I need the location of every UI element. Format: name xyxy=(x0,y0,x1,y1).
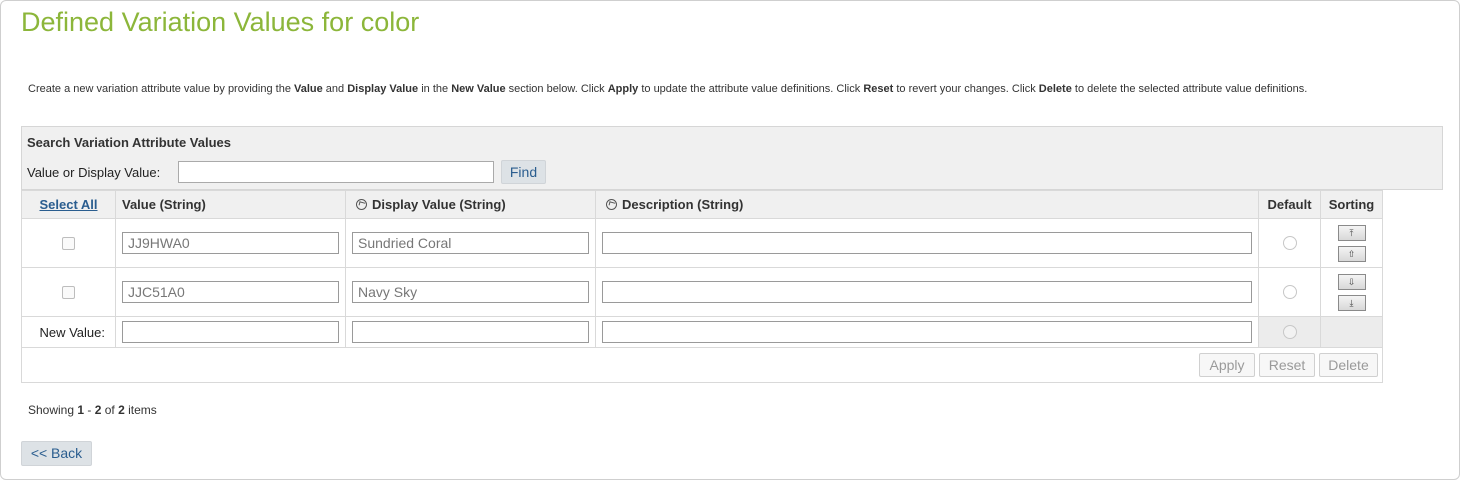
default-radio[interactable] xyxy=(1282,236,1297,250)
move-down-icon[interactable]: ⇩ xyxy=(1337,273,1366,290)
reset-button[interactable]: Reset xyxy=(1259,353,1315,377)
display-value-input[interactable]: Navy Sky xyxy=(352,281,589,303)
intro-part: section below. Click xyxy=(505,83,608,95)
value-input[interactable]: JJC51A0 xyxy=(122,281,339,303)
sort-icon xyxy=(356,199,367,210)
table-header-row: Select All Value (String) Display Value … xyxy=(21,190,1383,219)
row-description-cell xyxy=(595,218,1259,268)
header-display-value-label: Display Value (String) xyxy=(372,197,506,212)
intro-bold: Apply xyxy=(607,83,639,95)
page-title: Defined Variation Values for color xyxy=(21,7,420,37)
intro-part: to revert your changes. Click xyxy=(893,83,1039,95)
sort-icon xyxy=(606,199,617,210)
actions-bar: Apply Reset Delete xyxy=(22,348,1382,382)
default-radio[interactable] xyxy=(1282,285,1297,299)
header-description[interactable]: Description (String) xyxy=(595,190,1259,219)
new-description-cell xyxy=(595,316,1259,348)
intro-bold: Value xyxy=(294,83,323,95)
new-default-radio[interactable] xyxy=(1282,325,1297,339)
row-value-cell: JJC51A0 xyxy=(115,267,346,317)
intro-bold: Reset xyxy=(863,83,894,95)
header-sorting: Sorting xyxy=(1320,190,1383,219)
row-default-cell xyxy=(1258,218,1321,268)
row-sorting-cell: ⤒ ⇧ xyxy=(1320,218,1383,268)
display-value-input[interactable]: Sundried Coral xyxy=(352,232,589,254)
header-display-value[interactable]: Display Value (String) xyxy=(345,190,596,219)
pagination-text: Showing xyxy=(28,403,78,417)
pagination-text: items xyxy=(124,403,157,417)
actions-row: Apply Reset Delete xyxy=(21,347,1383,383)
new-display-value-input[interactable] xyxy=(352,321,589,343)
find-button[interactable]: Find xyxy=(501,160,546,184)
row-checkbox[interactable] xyxy=(62,285,75,299)
intro-part: to update the attribute value definition… xyxy=(638,83,864,95)
apply-button[interactable]: Apply xyxy=(1199,353,1255,377)
search-panel: Search Variation Attribute Values Value … xyxy=(21,126,1443,190)
table-row: JJ9HWA0 Sundried Coral ⤒ ⇧ xyxy=(21,218,1383,268)
back-button[interactable]: << Back xyxy=(21,441,92,466)
new-value-input[interactable] xyxy=(122,321,339,343)
row-select-cell xyxy=(21,218,116,268)
search-label: Value or Display Value: xyxy=(27,165,161,180)
header-value: Value (String) xyxy=(115,190,346,219)
new-value-row: New Value: xyxy=(21,316,1383,348)
intro-part: and xyxy=(322,83,348,95)
header-select-all: Select All xyxy=(21,190,116,219)
row-display-cell: Navy Sky xyxy=(345,267,596,317)
new-description-input[interactable] xyxy=(602,321,1252,343)
row-value-cell: JJ9HWA0 xyxy=(115,218,346,268)
move-bottom-icon[interactable]: ⤓ xyxy=(1337,294,1366,311)
move-up-icon[interactable]: ⇧ xyxy=(1337,245,1366,262)
new-default-cell xyxy=(1258,316,1321,348)
description-input[interactable] xyxy=(602,232,1252,254)
intro-text: Create a new variation attribute value b… xyxy=(28,83,1307,95)
intro-bold: Delete xyxy=(1038,83,1072,95)
row-checkbox[interactable] xyxy=(62,236,75,250)
new-display-cell xyxy=(345,316,596,348)
page-frame: Defined Variation Values for color Creat… xyxy=(0,0,1460,480)
header-default: Default xyxy=(1258,190,1321,219)
row-description-cell xyxy=(595,267,1259,317)
row-select-cell xyxy=(21,267,116,317)
new-sorting-cell xyxy=(1320,316,1383,348)
intro-part: in the xyxy=(418,83,452,95)
pagination-summary: Showing 1 - 2 of 2 items xyxy=(28,403,157,417)
value-input[interactable]: JJ9HWA0 xyxy=(122,232,339,254)
new-value-cell xyxy=(115,316,346,348)
row-sorting-cell: ⇩ ⤓ xyxy=(1320,267,1383,317)
search-input[interactable] xyxy=(178,161,494,183)
intro-bold: New Value xyxy=(451,83,506,95)
new-value-label: New Value: xyxy=(21,316,116,348)
values-table: Select All Value (String) Display Value … xyxy=(21,190,1383,383)
header-value-label: Value (String) xyxy=(122,197,206,212)
row-display-cell: Sundried Coral xyxy=(345,218,596,268)
move-top-icon[interactable]: ⤒ xyxy=(1337,224,1366,241)
header-description-label: Description (String) xyxy=(622,197,744,212)
pagination-text: of xyxy=(101,403,119,417)
pagination-text: - xyxy=(84,403,95,417)
actions-cell: Apply Reset Delete xyxy=(21,347,1383,383)
delete-button[interactable]: Delete xyxy=(1319,353,1378,377)
select-all-link[interactable]: Select All xyxy=(39,197,97,212)
intro-part: Create a new variation attribute value b… xyxy=(28,83,294,95)
search-heading: Search Variation Attribute Values xyxy=(27,135,231,150)
table-row: JJC51A0 Navy Sky ⇩ ⤓ xyxy=(21,267,1383,317)
row-default-cell xyxy=(1258,267,1321,317)
description-input[interactable] xyxy=(602,281,1252,303)
intro-part: to delete the selected attribute value d… xyxy=(1071,83,1308,95)
intro-bold: Display Value xyxy=(347,83,419,95)
pagination-total: 2 xyxy=(118,403,125,417)
